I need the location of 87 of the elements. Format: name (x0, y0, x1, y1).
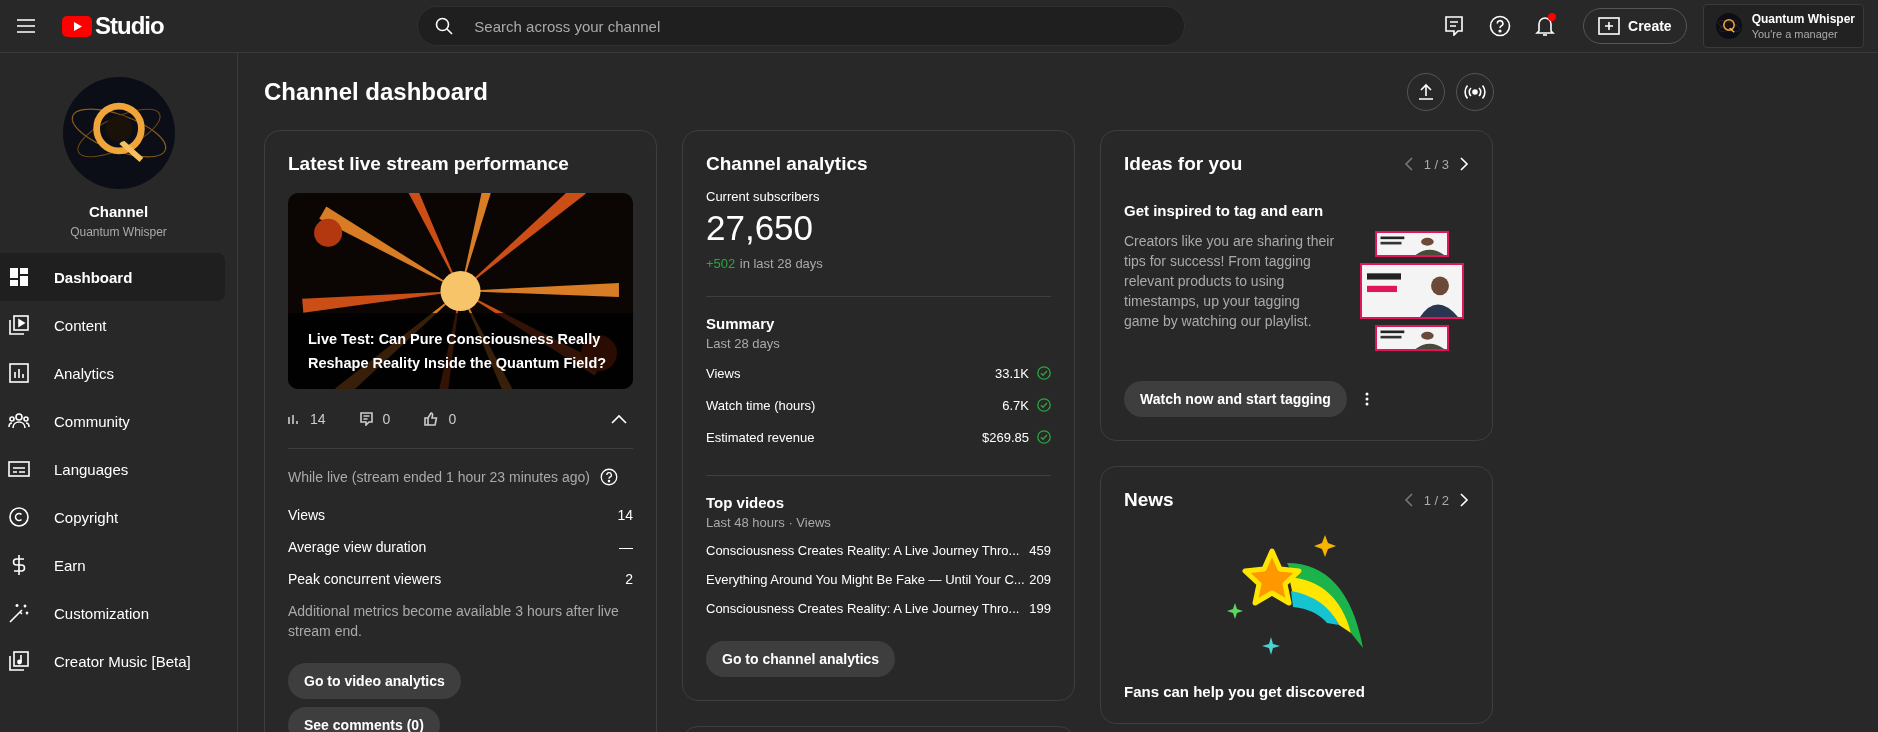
stream-note: While live (stream ended 1 hour 23 minutes ago) (288, 468, 590, 487)
sidebar-item[interactable]: Dashboard (0, 253, 225, 301)
video-link[interactable]: Everything Around You Might Be Fake — Until Your C... (706, 572, 1025, 587)
menu-icon (16, 18, 36, 34)
section-period: Last 28 days (706, 336, 781, 351)
sidebar-item[interactable]: Analytics (0, 349, 225, 397)
sidebar-item[interactable]: Languages (0, 445, 225, 493)
dollar-icon (12, 554, 26, 576)
summary-value: 6.7K (1002, 397, 1029, 413)
people-icon (8, 412, 30, 430)
page-counter: 1 / 2 (1423, 492, 1449, 508)
video-library-icon (9, 315, 29, 335)
summary-label: Views (706, 365, 741, 381)
thumbs-up-icon (424, 411, 439, 426)
metric-value: 2 (625, 571, 633, 587)
section-period: Last 48 hours · Views (706, 515, 832, 530)
idea-text: Creators like you are sharing their tips for success! From tagging relevant products to using timestamps, up your tagging game by watching our playlist. (1124, 232, 1336, 331)
subscriber-change: +502 (706, 256, 736, 271)
card-title: Channel analytics (706, 153, 869, 175)
metric-label: Peak concurrent viewers (288, 571, 442, 587)
card-title: Ideas for you (1124, 153, 1244, 175)
change-period: in last 28 days (739, 256, 823, 271)
search-icon (435, 17, 454, 35)
comment-icon (359, 411, 373, 426)
more-icon[interactable] (1364, 392, 1369, 406)
help-icon[interactable] (599, 468, 618, 486)
subtitles-icon (8, 461, 30, 477)
watch-button[interactable]: Watch now and start tagging (1124, 381, 1347, 417)
comment-count: 0 (382, 410, 391, 427)
account-button[interactable]: Quantum Whisper You're a manager (1702, 4, 1864, 48)
chevron-left-icon[interactable] (1403, 156, 1414, 172)
card-title: News (1124, 489, 1175, 511)
metric-label: Views (288, 507, 326, 523)
magic-wand-icon (9, 603, 29, 623)
video-views: 459 (1029, 543, 1051, 558)
video-views: 209 (1029, 572, 1051, 587)
card-title: Latest live stream performance (288, 153, 570, 175)
sidebar-item[interactable]: Earn (0, 541, 225, 589)
chevron-right-icon[interactable] (1459, 156, 1469, 172)
dashboard-icon (9, 267, 29, 287)
copyright-icon (9, 507, 29, 527)
play-logo-icon (62, 15, 92, 37)
channel-name: Quantum Whisper (70, 225, 167, 239)
channel-title: Channel (88, 203, 149, 220)
sidebar-item[interactable]: Creator Music [Beta] (0, 637, 225, 685)
metrics-note: Additional metrics become available 3 hours after live stream end. (288, 603, 619, 639)
video-link[interactable]: Consciousness Creates Reality: A Live Journey Thro... (706, 601, 1020, 616)
view-count: 14 (310, 410, 326, 427)
sidebar-item[interactable]: Content (0, 301, 225, 349)
video-views: 199 (1029, 601, 1051, 616)
metric-value: — (619, 539, 633, 555)
action-button[interactable]: See comments (0) (288, 707, 440, 732)
page-title: Channel dashboard (264, 78, 490, 106)
like-count: 0 (448, 410, 457, 427)
summary-label: Watch time (hours) (706, 397, 816, 413)
chevron-up-icon (611, 413, 627, 424)
metric-label: Average view duration (288, 539, 427, 555)
broadcast-icon (1463, 84, 1487, 100)
chevron-right-icon[interactable] (1459, 492, 1469, 508)
metric-value: 14 (617, 507, 633, 523)
section-title: Summary (706, 315, 776, 332)
bar-chart-icon (9, 363, 29, 383)
add-video-icon (1598, 17, 1621, 35)
bell-icon (1535, 15, 1556, 37)
logo-text: Studio (95, 12, 164, 40)
sidebar-item[interactable]: Community (0, 397, 225, 445)
sidebar-item[interactable]: Customization (0, 589, 225, 637)
subscriber-count: 27,650 (706, 208, 815, 248)
idea-heading: Get inspired to tag and earn (1124, 202, 1325, 219)
upload-icon (1418, 83, 1434, 101)
video-link[interactable]: Consciousness Creates Reality: A Live Journey Thro... (706, 543, 1020, 558)
analytics-button[interactable]: Go to channel analytics (706, 641, 896, 677)
sidebar-item[interactable]: Copyright (0, 493, 225, 541)
summary-label: Estimated revenue (706, 429, 815, 445)
summary-value: 33.1K (995, 365, 1029, 381)
section-title: Top videos (706, 494, 786, 511)
search-field[interactable]: Search across your channel (417, 6, 1186, 46)
page-counter: 1 / 3 (1423, 156, 1449, 172)
bar-chart-icon (288, 413, 300, 424)
chevron-left-icon[interactable] (1403, 492, 1414, 508)
summary-value: $269.85 (982, 429, 1029, 445)
help-icon (1489, 15, 1512, 37)
action-button[interactable]: Go to video analytics (288, 663, 461, 699)
music-library-icon (9, 651, 29, 671)
news-headline: Fans can help you get discovered (1124, 683, 1366, 700)
subscribers-label: Current subscribers (706, 189, 821, 204)
feedback-icon (1445, 16, 1464, 36)
